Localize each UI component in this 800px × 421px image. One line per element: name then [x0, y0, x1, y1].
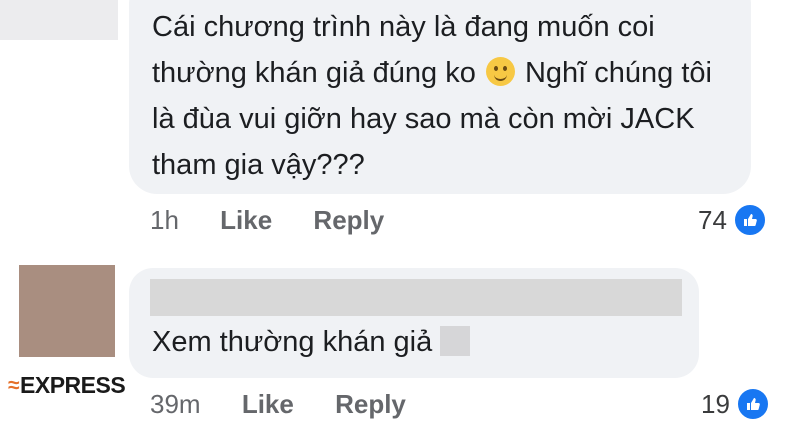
watermark-text: EXPRESS — [20, 372, 126, 398]
comment-meta: 1h Like Reply — [150, 205, 384, 236]
reply-reaction-summary[interactable]: 19 — [701, 387, 770, 421]
reaction-summary[interactable]: 74 — [698, 203, 767, 237]
comment-text: Cái chương trình này là đang muốn coi th… — [152, 4, 742, 188]
slightly-smiling-face-icon — [485, 57, 515, 86]
thumbs-up-icon — [732, 203, 767, 237]
like-button[interactable]: Like — [242, 389, 294, 419]
avatar[interactable] — [0, 0, 118, 40]
express-watermark: ≈ EXPRESS — [8, 372, 126, 399]
avatar[interactable] — [19, 265, 115, 357]
reply-meta: 39m Like Reply — [150, 389, 406, 420]
reply-timestamp[interactable]: 39m — [150, 389, 201, 419]
reaction-count: 74 — [698, 204, 727, 235]
redacted-block — [440, 326, 471, 356]
reply-text: Xem thường khán giả — [152, 322, 471, 362]
thumbs-up-icon — [735, 387, 770, 421]
reply-text-content: Xem thường khán giả — [152, 326, 433, 358]
comment-timestamp[interactable]: 1h — [150, 205, 179, 235]
reply-button[interactable]: Reply — [313, 205, 384, 235]
express-logo-icon: ≈ — [8, 373, 20, 397]
reply-button[interactable]: Reply — [335, 389, 406, 419]
like-button[interactable]: Like — [220, 205, 272, 235]
reaction-count: 19 — [701, 388, 730, 419]
redacted-author-name — [150, 279, 682, 316]
